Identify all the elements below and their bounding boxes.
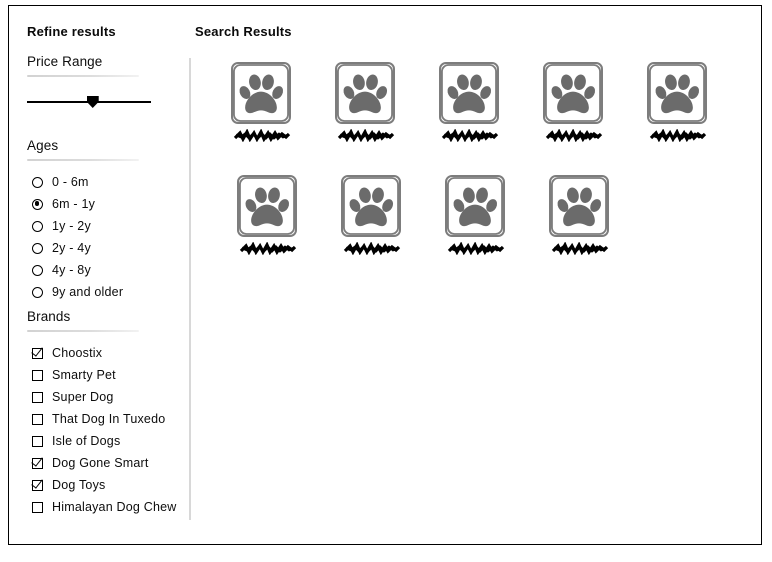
brands-underline — [27, 330, 139, 332]
result-card[interactable] — [543, 62, 605, 142]
radio-unselected-icon[interactable] — [32, 220, 43, 232]
page-frame: Refine results Search Results Price Rang… — [8, 5, 762, 545]
checkbox-unchecked-icon[interactable] — [32, 391, 43, 403]
paw-print-icon[interactable] — [445, 175, 507, 237]
paw-print-icon[interactable] — [647, 62, 709, 124]
refine-results-sidebar: Price Range Ages 0 - 6m 6m - 1y 1y - 2y 2y … — [9, 6, 189, 544]
result-card[interactable] — [445, 175, 507, 255]
placeholder-scribble — [341, 242, 403, 255]
result-card[interactable] — [341, 175, 403, 255]
paw-print-icon[interactable] — [341, 175, 403, 237]
brand-option-0[interactable]: Choostix — [27, 342, 177, 364]
ages-label: Ages — [27, 138, 59, 153]
result-card[interactable] — [335, 62, 397, 142]
paw-print-icon[interactable] — [439, 62, 501, 124]
result-card[interactable] — [647, 62, 709, 142]
paw-print-icon[interactable] — [335, 62, 397, 124]
placeholder-scribble — [549, 242, 611, 255]
checkbox-checked-icon[interactable] — [32, 457, 43, 469]
slider-thumb[interactable] — [86, 96, 99, 108]
ages-option-4[interactable]: 4y - 8y — [27, 259, 177, 281]
ages-underline — [27, 159, 139, 161]
ages-option-5[interactable]: 9y and older — [27, 281, 177, 303]
brand-option-label: Super Dog — [52, 390, 114, 404]
price-range-slider[interactable] — [27, 94, 151, 110]
price-range-label: Price Range — [27, 54, 103, 69]
radio-unselected-icon[interactable] — [32, 242, 43, 254]
checkbox-checked-icon[interactable] — [32, 479, 43, 491]
ages-option-label: 9y and older — [52, 285, 124, 299]
brand-option-4[interactable]: Isle of Dogs — [27, 430, 177, 452]
brands-label: Brands — [27, 309, 71, 324]
placeholder-scribble — [439, 129, 501, 142]
placeholder-scribble — [231, 129, 293, 142]
results-row-1 — [209, 175, 749, 288]
radio-unselected-icon[interactable] — [32, 286, 43, 298]
price-range-underline — [27, 75, 139, 77]
checkbox-unchecked-icon[interactable] — [32, 501, 43, 513]
ages-option-2[interactable]: 1y - 2y — [27, 215, 177, 237]
paw-print-icon[interactable] — [543, 62, 605, 124]
results-row-0 — [209, 62, 749, 175]
ages-option-label: 1y - 2y — [52, 219, 91, 233]
sidebar-divider — [189, 58, 191, 520]
filter-group-brands: Brands Choostix Smarty Pet Super Dog That D… — [27, 309, 177, 518]
result-card[interactable] — [439, 62, 501, 142]
ages-option-label: 6m - 1y — [52, 197, 96, 211]
checkbox-unchecked-icon[interactable] — [32, 435, 43, 447]
brand-option-label: Dog Gone Smart — [52, 456, 149, 470]
filter-group-ages: Ages 0 - 6m 6m - 1y 1y - 2y 2y - 4y 4y - 8y 9… — [27, 138, 177, 303]
checkbox-unchecked-icon[interactable] — [32, 369, 43, 381]
brand-option-2[interactable]: Super Dog — [27, 386, 177, 408]
placeholder-scribble — [543, 129, 605, 142]
brand-option-label: Dog Toys — [52, 478, 106, 492]
search-results-title: Search Results — [195, 24, 292, 39]
brand-option-5[interactable]: Dog Gone Smart — [27, 452, 177, 474]
paw-print-icon[interactable] — [237, 175, 299, 237]
ages-option-label: 4y - 8y — [52, 263, 91, 277]
brand-option-label: Isle of Dogs — [52, 434, 121, 448]
checkbox-checked-icon[interactable] — [32, 347, 43, 359]
placeholder-scribble — [335, 129, 397, 142]
ages-option-3[interactable]: 2y - 4y — [27, 237, 177, 259]
brand-option-label: Choostix — [52, 346, 103, 360]
brand-option-3[interactable]: That Dog In Tuxedo — [27, 408, 177, 430]
radio-unselected-icon[interactable] — [32, 264, 43, 276]
ages-option-label: 0 - 6m — [52, 175, 89, 189]
paw-print-icon[interactable] — [549, 175, 611, 237]
ages-option-label: 2y - 4y — [52, 241, 91, 255]
checkbox-unchecked-icon[interactable] — [32, 413, 43, 425]
search-results-grid — [209, 62, 749, 288]
brand-option-label: That Dog In Tuxedo — [52, 412, 166, 426]
placeholder-scribble — [237, 242, 299, 255]
brand-option-1[interactable]: Smarty Pet — [27, 364, 177, 386]
result-card[interactable] — [237, 175, 299, 255]
result-card[interactable] — [549, 175, 611, 255]
brands-option-list: Choostix Smarty Pet Super Dog That Dog In T… — [27, 342, 177, 518]
ages-option-1[interactable]: 6m - 1y — [27, 193, 177, 215]
brand-option-label: Smarty Pet — [52, 368, 116, 382]
radio-selected-icon[interactable] — [32, 198, 43, 210]
brand-option-7[interactable]: Himalayan Dog Chew — [27, 496, 177, 518]
placeholder-scribble — [647, 129, 709, 142]
ages-option-list: 0 - 6m 6m - 1y 1y - 2y 2y - 4y 4y - 8y 9y and… — [27, 171, 177, 303]
ages-option-0[interactable]: 0 - 6m — [27, 171, 177, 193]
placeholder-scribble — [445, 242, 507, 255]
radio-unselected-icon[interactable] — [32, 176, 43, 188]
paw-print-icon[interactable] — [231, 62, 293, 124]
result-card[interactable] — [231, 62, 293, 142]
brand-option-label: Himalayan Dog Chew — [52, 500, 177, 514]
filter-group-price: Price Range — [27, 54, 177, 110]
brand-option-6[interactable]: Dog Toys — [27, 474, 177, 496]
